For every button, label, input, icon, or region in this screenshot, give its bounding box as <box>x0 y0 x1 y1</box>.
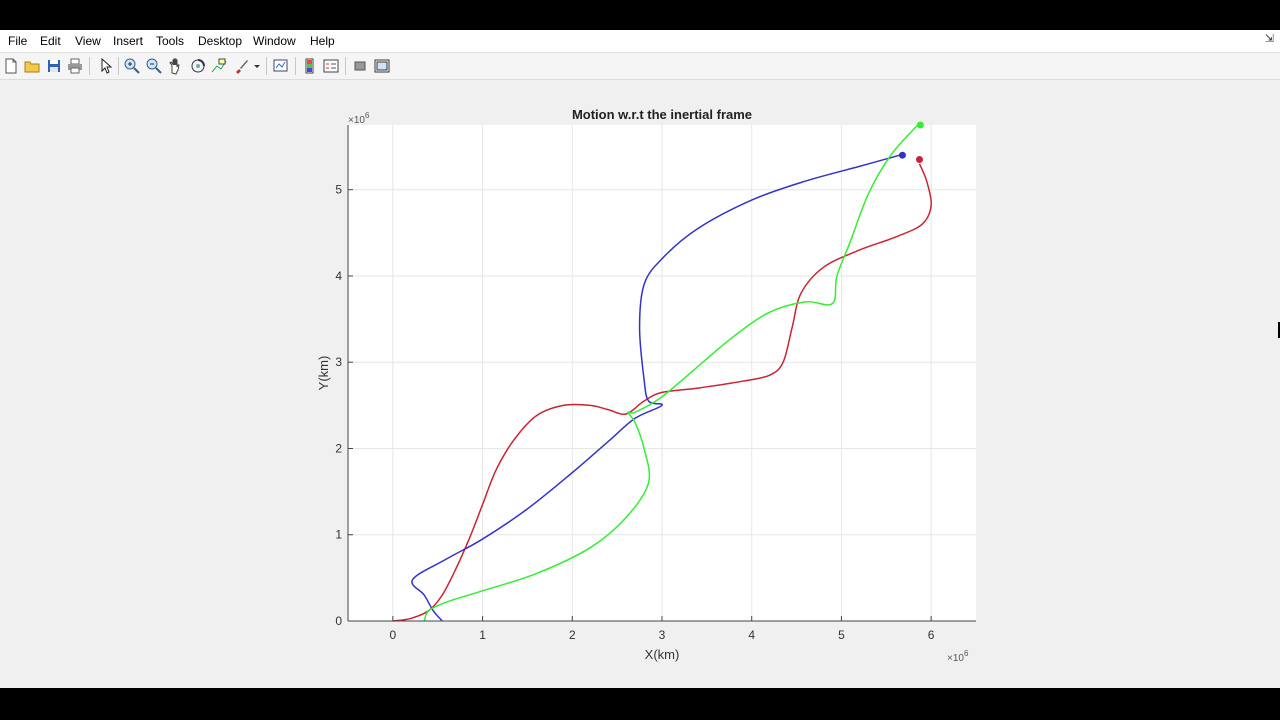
menu-edit[interactable]: Edit <box>39 30 62 52</box>
chart-axes[interactable]: 0 1 2 3 4 5 6 0 1 2 3 4 5 Motion w.r.t the inertial … <box>0 80 1280 688</box>
figure-window: File Edit View Insert Tools Desktop Wind… <box>0 30 1280 688</box>
insert-colorbar-icon[interactable] <box>300 56 320 76</box>
menu-bar: File Edit View Insert Tools Desktop Wind… <box>0 30 1280 53</box>
menu-window[interactable]: Window <box>252 30 297 52</box>
x-axis-multiplier: ×106 <box>947 649 969 664</box>
y-tick-label: 5 <box>335 183 342 197</box>
brush-dropdown-icon[interactable] <box>252 56 262 76</box>
x-tick-label: 4 <box>748 628 755 642</box>
menu-insert[interactable]: Insert <box>112 30 144 52</box>
trajectory-endpoint-2 <box>898 151 906 159</box>
pointer-icon[interactable] <box>95 56 115 76</box>
y-tick-label: 2 <box>335 441 342 455</box>
menu-file[interactable]: File <box>7 30 28 52</box>
y-axis-multiplier: ×106 <box>348 111 370 126</box>
trajectory-endpoint-3 <box>916 121 924 129</box>
toolbar-separator <box>295 57 296 75</box>
link-plot-icon[interactable] <box>271 56 291 76</box>
x-tick-label: 1 <box>479 628 486 642</box>
hide-plot-tools-icon[interactable] <box>350 56 370 76</box>
x-tick-label: 0 <box>390 628 397 642</box>
open-file-icon[interactable] <box>22 56 42 76</box>
x-tick-label: 2 <box>569 628 576 642</box>
zoom-out-icon[interactable] <box>144 56 164 76</box>
trajectory-endpoint-1 <box>915 156 923 164</box>
toolbar-separator <box>118 57 119 75</box>
insert-legend-icon[interactable] <box>321 56 341 76</box>
dock-arrow-icon[interactable]: ⇲ <box>1265 32 1274 45</box>
x-axis-label: X(km) <box>645 647 680 662</box>
zoom-in-icon[interactable] <box>122 56 142 76</box>
menu-view[interactable]: View <box>74 30 102 52</box>
rotate-icon[interactable] <box>188 56 208 76</box>
menu-help[interactable]: Help <box>309 30 336 52</box>
show-plot-tools-icon[interactable] <box>372 56 392 76</box>
toolbar-separator <box>89 57 90 75</box>
toolbar-separator <box>266 57 267 75</box>
figure-toolbar <box>0 53 1280 80</box>
menu-tools[interactable]: Tools <box>155 30 185 52</box>
y-tick-label: 3 <box>335 355 342 369</box>
y-axis-label: Y(km) <box>316 356 331 391</box>
toolbar-separator <box>345 57 346 75</box>
print-icon[interactable] <box>65 56 85 76</box>
save-icon[interactable] <box>44 56 64 76</box>
menu-desktop[interactable]: Desktop <box>197 30 243 52</box>
x-tick-label: 6 <box>928 628 935 642</box>
brush-icon[interactable] <box>232 56 252 76</box>
pan-icon[interactable] <box>166 56 186 76</box>
new-figure-icon[interactable] <box>1 56 21 76</box>
y-tick-label: 4 <box>335 269 342 283</box>
data-cursor-icon[interactable] <box>209 56 229 76</box>
x-tick-label: 5 <box>838 628 845 642</box>
y-tick-label: 1 <box>335 528 342 542</box>
y-tick-label: 0 <box>335 614 342 628</box>
chart-title: Motion w.r.t the inertial frame <box>572 107 752 122</box>
x-tick-label: 3 <box>659 628 666 642</box>
